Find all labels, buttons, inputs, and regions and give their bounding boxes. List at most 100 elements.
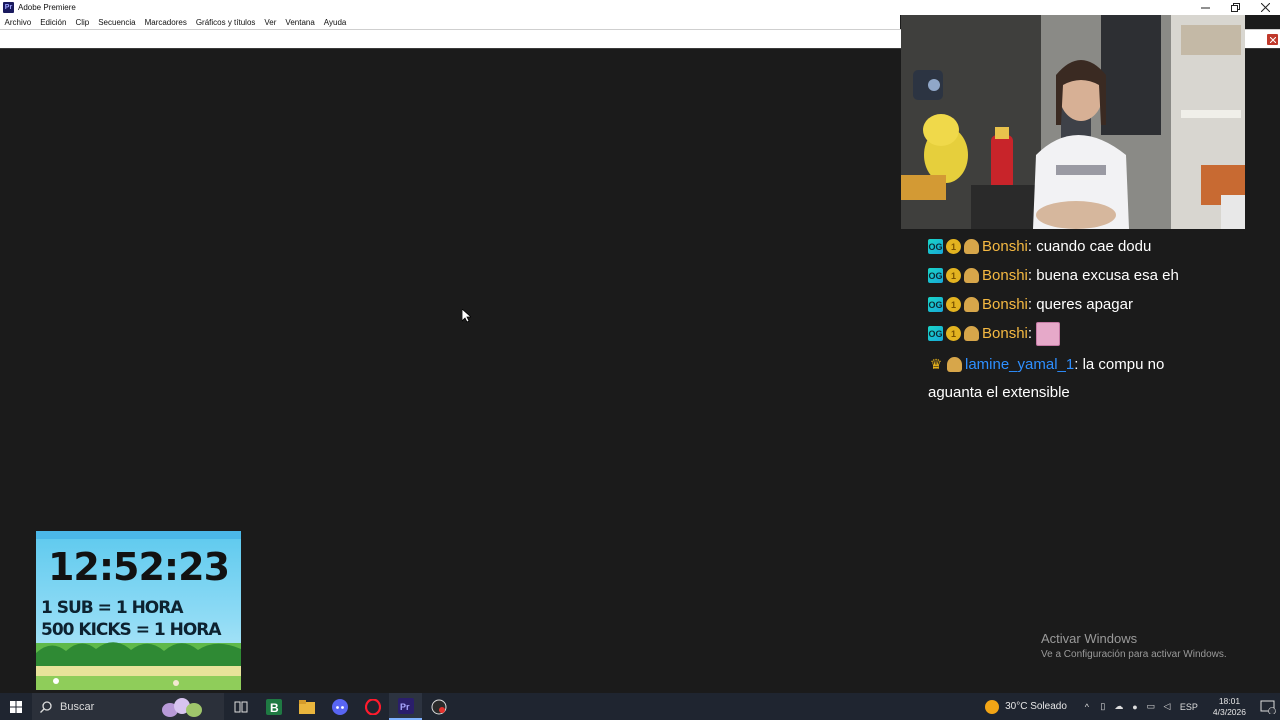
coin-badge-icon: 1: [946, 326, 961, 341]
minimize-icon: [1200, 7, 1210, 9]
svg-text:Pr: Pr: [400, 702, 410, 712]
taskbar-premiere[interactable]: Pr: [389, 693, 422, 720]
timer-rule-sub: 1 SUB = 1 HORA: [41, 598, 184, 618]
weather-widget[interactable]: 30°C Soleado: [985, 699, 1067, 714]
system-tray: 30°C Soleado ^ ▯ ☁ ● ▭ ◁ ESP 18:01 4/3/2…: [985, 693, 1280, 720]
windows-logo-icon: [10, 700, 22, 713]
folder-icon: [298, 699, 315, 714]
chat-message: OG 1 Bonshi: queres apagar: [928, 296, 1133, 313]
close-icon: [1260, 3, 1270, 12]
menu-edicion[interactable]: Edición: [36, 18, 71, 27]
recorder-icon: [431, 699, 446, 714]
chat-overlay: OG 1 Bonshi: cuando cae dodu OG 1 Bonshi…: [928, 232, 1248, 405]
watermark-title: Activar Windows: [1041, 631, 1138, 646]
menu-secuencia[interactable]: Secuencia: [94, 18, 140, 27]
og-badge-icon: OG: [928, 297, 943, 312]
taskbar-file-explorer[interactable]: [290, 693, 323, 720]
task-view-icon: [234, 701, 247, 712]
taskbar-clock[interactable]: 18:01 4/3/2026: [1213, 696, 1246, 718]
og-badge-icon: OG: [928, 239, 943, 254]
title-bar: Pr Adobe Premiere: [0, 0, 1280, 15]
taskbar-recorder[interactable]: [422, 693, 455, 720]
menu-archivo[interactable]: Archivo: [0, 18, 36, 27]
timer-countdown: 12:52:23: [47, 545, 230, 589]
taskbar-opera[interactable]: [356, 693, 389, 720]
premiere-icon: Pr: [397, 697, 414, 714]
search-placeholder: Buscar: [60, 700, 95, 713]
sun-icon: [985, 699, 1000, 714]
webcam-overlay: [901, 15, 1245, 229]
timer-rule-kicks: 500 KICKS = 1 HORA: [41, 620, 222, 640]
notification-center-button[interactable]: [1256, 693, 1280, 720]
coin-badge-icon: 1: [946, 297, 961, 312]
emote-image: [1036, 321, 1061, 346]
chat-username: Bonshi: [982, 296, 1028, 313]
chat-text: buena excusa esa eh: [1036, 267, 1179, 284]
weather-text: 30°C Soleado: [1005, 701, 1067, 712]
og-badge-icon: OG: [928, 326, 943, 341]
subathon-timer: 12:52:23 1 SUB = 1 HORA 500 KICKS = 1 HO…: [36, 531, 241, 690]
chat-message: OG 1 Bonshi: cuando cae dodu: [928, 238, 1152, 255]
chat-text-continuation: aguanta el extensible: [928, 383, 1070, 401]
cloud-icon[interactable]: ☁: [1111, 701, 1127, 712]
coin-badge-icon: 1: [946, 239, 961, 254]
restore-button[interactable]: [1220, 0, 1250, 15]
chat-message: ♛ lamine_yamal_1: la compu no: [929, 356, 1165, 373]
taskbar-discord[interactable]: [323, 693, 356, 720]
green-b-app-icon: B: [265, 698, 282, 715]
chat-message: OG 1 Bonshi: buena excusa esa eh: [928, 267, 1179, 284]
chat-username: Bonshi: [982, 325, 1028, 342]
notification-icon: [1260, 700, 1276, 714]
svg-text:B: B: [270, 701, 279, 715]
premiere-app-icon: Pr: [3, 2, 14, 13]
menu-marcadores[interactable]: Marcadores: [140, 18, 191, 27]
activate-windows-watermark: Activar Windows Ve a Configuración para …: [1041, 631, 1227, 660]
og-badge-icon: OG: [928, 268, 943, 283]
chat-username: Bonshi: [982, 267, 1028, 284]
chat-text: cuando cae dodu: [1036, 238, 1152, 255]
menu-bar: Archivo Edición Clip Secuencia Marcadore…: [0, 15, 900, 29]
task-view-button[interactable]: [224, 693, 257, 720]
chat-username: Bonshi: [982, 238, 1028, 255]
window-controls: [1190, 0, 1280, 15]
taskbar-app-b[interactable]: B: [257, 693, 290, 720]
menu-ver[interactable]: Ver: [260, 18, 281, 27]
watermark-subtitle: Ve a Configuración para activar Windows.: [1041, 649, 1227, 660]
taco-badge-icon: [964, 326, 979, 341]
mouse-cursor-icon: [462, 309, 471, 323]
start-button[interactable]: [0, 693, 32, 720]
taco-badge-icon: [947, 357, 962, 372]
restore-icon: [1230, 3, 1240, 12]
taskbar-search[interactable]: Buscar: [32, 693, 224, 720]
crown-badge-icon: ♛: [929, 356, 943, 372]
minimize-button[interactable]: [1190, 0, 1220, 15]
microphone-icon[interactable]: ●: [1127, 702, 1143, 712]
close-button[interactable]: [1250, 0, 1280, 15]
chat-text: queres apagar: [1036, 296, 1133, 313]
webcam-image: [901, 15, 1245, 229]
device-icon[interactable]: ▯: [1095, 701, 1111, 712]
opera-icon: [364, 698, 381, 715]
search-icon: [40, 700, 52, 713]
volume-icon[interactable]: ◁: [1159, 701, 1175, 712]
close-icon: [1269, 36, 1276, 43]
search-highlight-icon: [162, 698, 202, 717]
menu-ayuda[interactable]: Ayuda: [319, 18, 351, 27]
menu-ventana[interactable]: Ventana: [281, 18, 319, 27]
clock-date: 4/3/2026: [1212, 706, 1246, 717]
chat-message: OG 1 Bonshi:: [928, 319, 1248, 348]
menu-clip[interactable]: Clip: [71, 18, 94, 27]
network-icon[interactable]: ▭: [1143, 701, 1159, 712]
language-indicator[interactable]: ESP: [1175, 702, 1203, 712]
coin-badge-icon: 1: [946, 268, 961, 283]
chat-username: lamine_yamal_1: [965, 356, 1075, 373]
window-title: Adobe Premiere: [18, 3, 76, 12]
panel-close-button[interactable]: [1267, 34, 1278, 45]
chat-text: la compu no: [1082, 356, 1165, 373]
taco-badge-icon: [964, 239, 979, 254]
menu-graficos[interactable]: Gráficos y títulos: [191, 18, 260, 27]
clock-time: 18:01: [1218, 695, 1241, 706]
taco-badge-icon: [964, 268, 979, 283]
chevron-up-icon[interactable]: ^: [1079, 702, 1095, 712]
taco-badge-icon: [964, 297, 979, 312]
